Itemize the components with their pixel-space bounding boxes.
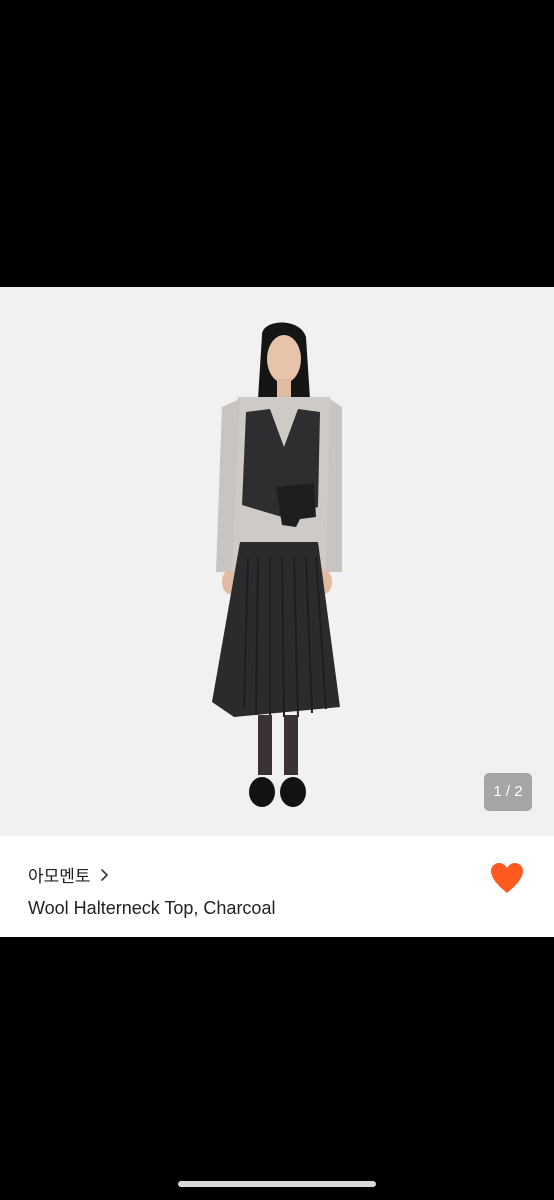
product-image-gallery[interactable]: 1 / 2 [0, 287, 554, 836]
home-indicator[interactable] [178, 1181, 376, 1187]
chevron-right-icon [100, 868, 108, 881]
brand-link[interactable]: 아모멘토 [28, 862, 110, 887]
product-photo[interactable] [0, 287, 554, 836]
heart-icon[interactable] [489, 861, 525, 895]
product-title: Wool Halterneck Top, Charcoal [28, 898, 276, 918]
product-info: 아모멘토 Wool Halterneck Top, Charcoal [0, 836, 554, 937]
image-counter: 1 / 2 [484, 773, 532, 811]
brand-name: 아모멘토 [28, 867, 91, 886]
